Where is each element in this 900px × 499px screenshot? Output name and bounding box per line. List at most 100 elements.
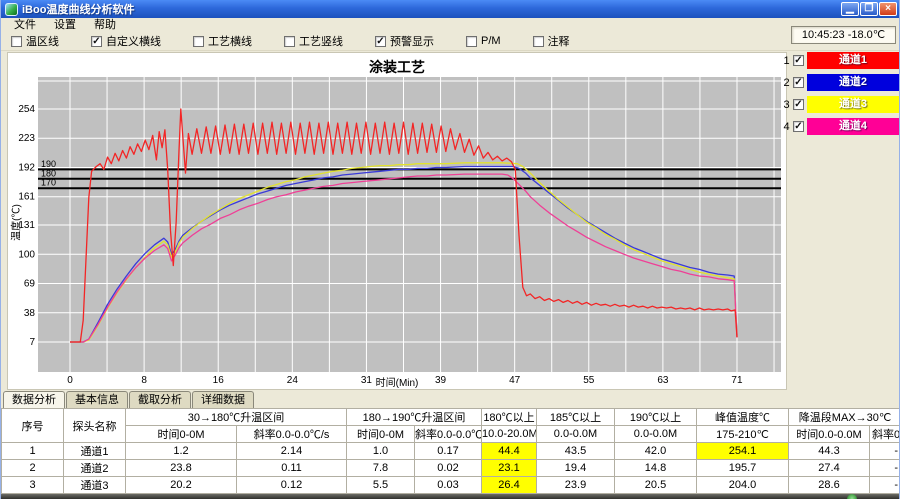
checkbox-icon[interactable]: ✓ — [91, 36, 102, 47]
x-axis-title: 时间(Min) — [8, 374, 786, 389]
table-cell: - — [870, 477, 900, 494]
toolbar-checkbox-3[interactable]: 工艺横线 — [193, 33, 252, 49]
table-cell: 23.1 — [482, 460, 537, 477]
menu-item-1[interactable]: 文件 — [5, 18, 45, 32]
close-icon[interactable]: × — [879, 2, 897, 16]
table-cell: 2.14 — [237, 443, 347, 460]
table-cell: 2 — [2, 460, 64, 477]
svg-text:7: 7 — [29, 337, 35, 348]
svg-text:192: 192 — [18, 162, 35, 173]
tab-4[interactable]: 详细数据 — [192, 391, 254, 408]
table-row[interactable]: 1通道11.22.141.00.1744.443.542.0254.144.3- — [2, 443, 900, 460]
table-cell: 通道1 — [64, 443, 126, 460]
table-cell: 44.3 — [789, 443, 870, 460]
channel-checkbox-icon[interactable]: ✓ — [793, 77, 804, 88]
table-cell: 7.8 — [347, 460, 415, 477]
tab-3[interactable]: 截取分析 — [129, 391, 191, 408]
table-row[interactable]: 2通道223.80.117.80.0223.119.414.8195.727.4… — [2, 460, 900, 477]
table-cell: - — [870, 460, 900, 477]
toolbar-checkbox-2[interactable]: ✓ 自定义横线 — [91, 33, 161, 49]
plot-area — [38, 77, 781, 372]
toolbar-checkbox-6[interactable]: P/M — [466, 35, 501, 47]
menu-item-3[interactable]: 帮助 — [85, 18, 125, 32]
header-row-groups: 序号探头名称30→180℃升温区间180→190℃升温区间180℃以上185℃以… — [2, 409, 900, 426]
header-cell: 190℃以上 — [615, 409, 697, 426]
table-cell: 23.8 — [126, 460, 237, 477]
svg-text:223: 223 — [18, 133, 35, 144]
table-cell: 0.02 — [415, 460, 482, 477]
chart-title: 涂装工艺 — [8, 57, 786, 77]
header-cell: 斜率0.0-0.0℃/s — [415, 426, 482, 443]
channel-color-bar: 通道2 — [807, 74, 899, 91]
tab-2[interactable]: 基本信息 — [66, 391, 128, 408]
svg-text:69: 69 — [24, 279, 36, 290]
table-cell: 254.1 — [697, 443, 789, 460]
table-cell: 26.4 — [482, 477, 537, 494]
tab-1[interactable]: 数据分析 — [3, 391, 65, 408]
toolbar-checkbox-label: P/M — [481, 35, 501, 47]
toolbar-checkbox-label: 工艺横线 — [208, 33, 252, 49]
minimize-icon[interactable]: ▁ — [841, 2, 859, 16]
toolbar-checkbox-label: 自定义横线 — [106, 33, 161, 49]
app-icon — [5, 3, 18, 16]
table-cell: 42.0 — [615, 443, 697, 460]
table-cell: 通道2 — [64, 460, 126, 477]
header-cell: 30→180℃升温区间 — [126, 409, 347, 426]
header-cell: 峰值温度℃ — [697, 409, 789, 426]
toolbar-checkbox-label: 温区线 — [26, 33, 59, 49]
table-cell: 1.2 — [126, 443, 237, 460]
channel-color-bar: 通道1 — [807, 52, 899, 69]
svg-text:254: 254 — [18, 104, 35, 115]
checkbox-icon[interactable] — [193, 36, 204, 47]
table-cell: 1.0 — [347, 443, 415, 460]
table-cell: 28.6 — [789, 477, 870, 494]
title-bar: iBoo温度曲线分析软件 ▁ ❐ × — [1, 0, 899, 18]
checkbox-icon[interactable] — [533, 36, 544, 47]
table-cell: 204.0 — [697, 477, 789, 494]
header-cell: 探头名称 — [64, 409, 126, 443]
channel-color-bar: 通道3 — [807, 96, 899, 113]
channel-checkbox-icon[interactable]: ✓ — [793, 99, 804, 110]
tray-icon — [847, 494, 857, 499]
menu-item-2[interactable]: 设置 — [45, 18, 85, 32]
table-cell: - — [870, 443, 900, 460]
checkbox-icon[interactable] — [11, 36, 22, 47]
window-title: iBoo温度曲线分析软件 — [22, 1, 840, 17]
header-cell: 0.0-0.0M — [615, 426, 697, 443]
table-cell: 19.4 — [537, 460, 615, 477]
toolbar-checkbox-4[interactable]: 工艺竖线 — [284, 33, 343, 49]
bottom-edge — [1, 494, 900, 499]
table-cell: 23.9 — [537, 477, 615, 494]
header-cell: 185℃以上 — [537, 409, 615, 426]
toolbar-checkbox-label: 预警显示 — [390, 33, 434, 49]
header-cell: 斜率0.0-0.0℃/s — [237, 426, 347, 443]
checkbox-icon[interactable] — [284, 36, 295, 47]
checkbox-toolbar: 温区线 ✓ 自定义横线 工艺横线 工艺竖线 ✓ 预警显示 P/M 注释 — [1, 32, 899, 51]
header-cell: 0.0-0.0M — [537, 426, 615, 443]
toolbar-checkbox-5[interactable]: ✓ 预警显示 — [375, 33, 434, 49]
table-cell: 3 — [2, 477, 64, 494]
channel-row-1: 1✓通道1 — [781, 52, 899, 69]
toolbar-checkbox-1[interactable]: 温区线 — [11, 33, 59, 49]
table-cell: 43.5 — [537, 443, 615, 460]
table-row[interactable]: 3通道320.20.125.50.0326.423.920.5204.028.6… — [2, 477, 900, 494]
channel-row-3: 3✓通道3 — [781, 96, 899, 113]
svg-text:38: 38 — [24, 308, 36, 319]
toolbar-checkbox-label: 工艺竖线 — [299, 33, 343, 49]
checkbox-icon[interactable]: ✓ — [375, 36, 386, 47]
tab-bar: 数据分析基本信息截取分析详细数据 — [3, 391, 255, 408]
chart-panel: 7386910013116119222325408162431394755637… — [7, 52, 787, 390]
channel-checkbox-icon[interactable]: ✓ — [793, 55, 804, 66]
table-cell: 0.12 — [237, 477, 347, 494]
header-cell: 10.0-20.0M — [482, 426, 537, 443]
table-cell: 0.11 — [237, 460, 347, 477]
channel-number: 4 — [781, 121, 792, 133]
header-cell: 175-210℃ — [697, 426, 789, 443]
toolbar-checkbox-7[interactable]: 注释 — [533, 33, 570, 49]
checkbox-icon[interactable] — [466, 36, 477, 47]
channel-checkbox-icon[interactable]: ✓ — [793, 121, 804, 132]
channel-number: 1 — [781, 55, 792, 67]
table-cell: 通道3 — [64, 477, 126, 494]
maximize-icon[interactable]: ❐ — [860, 2, 878, 16]
header-cell: 序号 — [2, 409, 64, 443]
